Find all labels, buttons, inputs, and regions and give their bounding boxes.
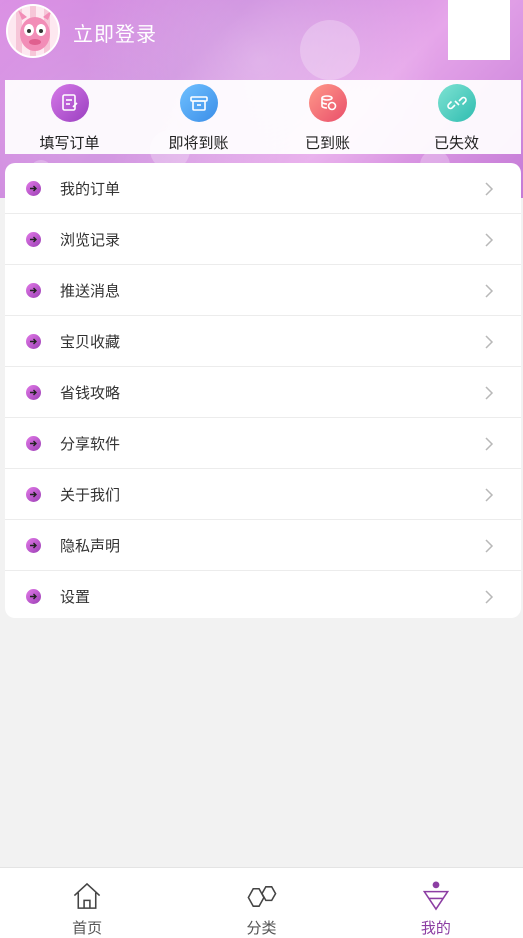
chevron-right-icon [485, 233, 494, 247]
status-label: 即将到账 [168, 134, 229, 152]
arrow-right-circle-icon [26, 589, 41, 604]
coins-icon [308, 84, 347, 122]
menu-item-saving-guide[interactable]: 省钱攻略 [5, 367, 521, 418]
menu-item-share-app[interactable]: 分享软件 [5, 418, 521, 469]
bottom-tab-bar: 首页 分类 我的 [0, 867, 523, 938]
menu-item-privacy[interactable]: 隐私声明 [5, 520, 521, 571]
menu-item-history[interactable]: 浏览记录 [5, 214, 521, 265]
order-status-bar: 填写订单 即将到账 已到账 已失效 [5, 80, 521, 154]
broken-link-icon [437, 84, 476, 122]
status-received[interactable]: 已到账 [263, 80, 392, 154]
menu-list: 我的订单 浏览记录 推送消息 宝贝收藏 省钱攻略 分享软件 关于我们 隐私声明 … [5, 163, 521, 618]
pending-icon [179, 84, 218, 122]
menu-item-label: 宝贝收藏 [60, 332, 121, 351]
arrow-right-circle-icon [26, 538, 41, 553]
arrow-right-circle-icon [26, 436, 41, 451]
menu-item-label: 分享软件 [60, 434, 121, 453]
arrow-right-circle-icon [26, 181, 41, 196]
chevron-right-icon [485, 539, 494, 553]
category-icon [247, 886, 277, 907]
status-expired[interactable]: 已失效 [392, 80, 521, 154]
chevron-right-icon [485, 437, 494, 451]
menu-item-messages[interactable]: 推送消息 [5, 265, 521, 316]
home-icon [74, 882, 101, 909]
status-label: 已失效 [433, 134, 479, 152]
tab-label: 我的 [420, 919, 451, 937]
chevron-right-icon [485, 284, 494, 298]
chevron-right-icon [485, 335, 494, 349]
arrow-right-circle-icon [26, 232, 41, 247]
login-link[interactable]: 立即登录 [73, 18, 157, 47]
profile-icon [422, 881, 449, 911]
menu-item-label: 我的订单 [60, 179, 121, 198]
edit-order-icon [50, 84, 89, 122]
menu-item-favorites[interactable]: 宝贝收藏 [5, 316, 521, 367]
status-label: 已到账 [304, 134, 350, 152]
tab-home[interactable]: 首页 [0, 868, 174, 938]
tab-label: 分类 [246, 919, 277, 937]
menu-item-label: 设置 [60, 588, 91, 606]
status-pending[interactable]: 即将到账 [134, 80, 263, 154]
menu-item-label: 浏览记录 [60, 230, 121, 249]
menu-item-my-orders[interactable]: 我的订单 [5, 163, 521, 214]
menu-item-label: 关于我们 [60, 485, 121, 504]
avatar[interactable] [6, 4, 60, 58]
menu-item-label: 隐私声明 [60, 536, 121, 555]
menu-item-settings[interactable]: 设置 [5, 571, 521, 618]
menu-item-label: 推送消息 [60, 281, 121, 300]
qr-code-placeholder[interactable] [448, 0, 510, 60]
arrow-right-circle-icon [26, 283, 41, 298]
tab-category[interactable]: 分类 [174, 868, 348, 938]
status-label: 填写订单 [39, 134, 100, 152]
chevron-right-icon [485, 182, 494, 196]
chevron-right-icon [485, 488, 494, 502]
arrow-right-circle-icon [26, 487, 41, 502]
tab-label: 首页 [72, 919, 103, 937]
arrow-right-circle-icon [26, 385, 41, 400]
chevron-right-icon [485, 590, 494, 604]
menu-item-label: 省钱攻略 [60, 383, 121, 402]
chevron-right-icon [485, 386, 494, 400]
menu-item-about-us[interactable]: 关于我们 [5, 469, 521, 520]
arrow-right-circle-icon [26, 334, 41, 349]
tab-profile[interactable]: 我的 [349, 868, 523, 938]
status-fill-order[interactable]: 填写订单 [5, 80, 134, 154]
